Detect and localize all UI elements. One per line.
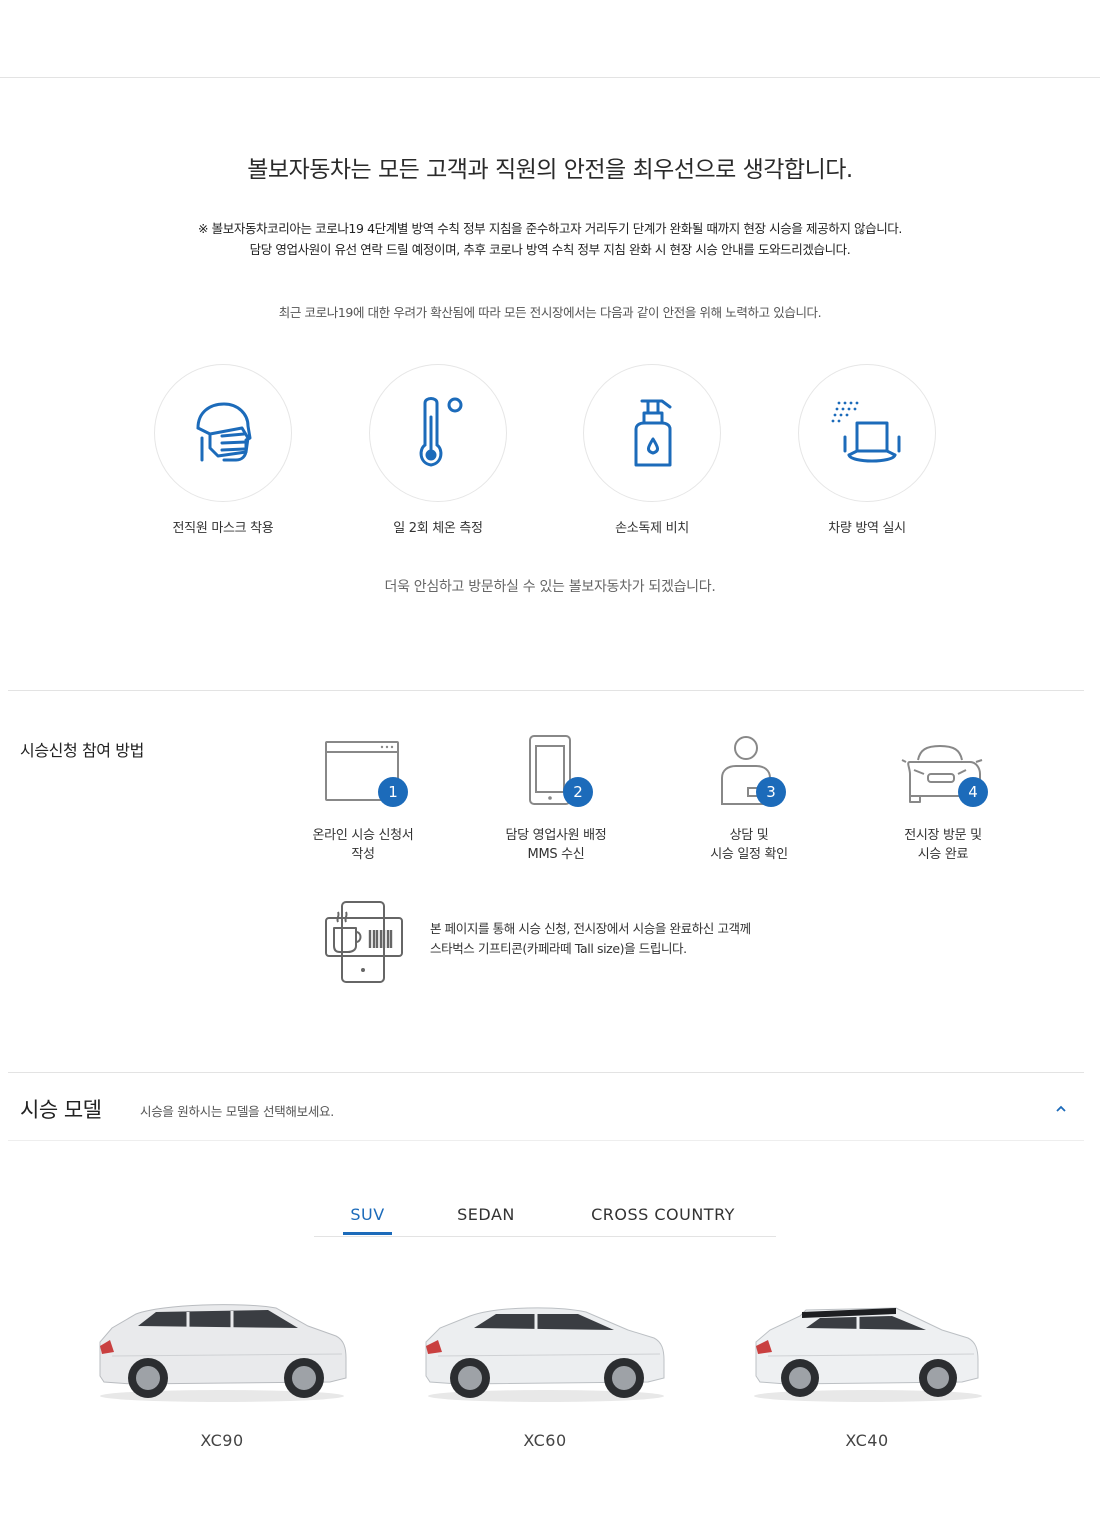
browser-window-icon bbox=[320, 736, 420, 816]
measure-label-disinfection: 차량 방역 실시 bbox=[828, 521, 906, 536]
step-label-2: 담당 영업사원 배정 MMS 수신 bbox=[471, 826, 641, 864]
section-divider bbox=[8, 690, 1084, 691]
step-1-line-1: 온라인 시승 신청서 bbox=[312, 828, 414, 843]
hand-sanitizer-icon bbox=[583, 364, 721, 502]
thermometer-icon bbox=[369, 364, 507, 502]
step-4-line-2: 시승 완료 bbox=[917, 847, 969, 862]
safety-title: 볼보자동차는 모든 고객과 직원의 안전을 최우선으로 생각합니다. bbox=[247, 157, 853, 183]
safety-closing: 더욱 안심하고 방문하실 수 있는 볼보자동차가 되겠습니다. bbox=[384, 579, 716, 595]
step-3-line-2: 시승 일정 확인 bbox=[710, 847, 788, 862]
collapse-button[interactable] bbox=[1050, 1098, 1072, 1120]
notice-line-2: 담당 영업사원이 유선 연락 드릴 예정이며, 추후 코로나 방역 수칙 정부 … bbox=[249, 242, 851, 257]
step-2-line-1: 담당 영업사원 배정 bbox=[505, 828, 607, 843]
step-label-1: 온라인 시승 신청서 작성 bbox=[278, 826, 448, 864]
step-1-line-2: 작성 bbox=[351, 847, 375, 862]
step-number-4: 4 bbox=[958, 777, 988, 807]
car-image-xc60[interactable] bbox=[418, 1296, 678, 1406]
face-mask-icon bbox=[154, 364, 292, 502]
step-number-2: 2 bbox=[563, 777, 593, 807]
car-label-xc90[interactable]: XC90 bbox=[122, 1431, 322, 1450]
coffee-giftcon-icon bbox=[322, 900, 406, 984]
models-header-divider bbox=[8, 1140, 1084, 1141]
models-subtitle: 시승을 원하시는 모델을 선택해보세요. bbox=[140, 1104, 334, 1119]
gift-line-2: 스타벅스 기프티콘(카페라떼 Tall size)을 드립니다. bbox=[430, 941, 687, 956]
measure-label-temperature: 일 2회 체온 측정 bbox=[393, 521, 483, 536]
section-divider bbox=[8, 1072, 1084, 1073]
car-label-xc60[interactable]: XC60 bbox=[445, 1431, 645, 1450]
participation-title: 시승신청 참여 방법 bbox=[20, 741, 144, 760]
chevron-up-icon bbox=[1056, 1105, 1066, 1112]
car-seat-disinfection-icon bbox=[798, 364, 936, 502]
covid-notice: ※ 볼보자동차코리아는 코로나19 4단계별 방역 수칙 정부 지침을 준수하고… bbox=[0, 218, 1100, 260]
car-image-xc90[interactable] bbox=[92, 1296, 352, 1406]
step-label-3: 상담 및 시승 일정 확인 bbox=[664, 826, 834, 864]
active-tab-indicator bbox=[343, 1232, 392, 1235]
tabs-baseline bbox=[314, 1236, 776, 1237]
models-title: 시승 모델 bbox=[20, 1098, 102, 1122]
step-label-4: 전시장 방문 및 시승 완료 bbox=[858, 826, 1028, 864]
gift-text: 본 페이지를 통해 시승 신청, 전시장에서 시승을 완료하신 고객께 스타벅스… bbox=[430, 919, 850, 959]
measure-label-sanitizer: 손소독제 비치 bbox=[615, 521, 689, 536]
header-divider bbox=[0, 77, 1100, 78]
step-3-line-1: 상담 및 bbox=[729, 828, 769, 843]
car-label-xc40[interactable]: XC40 bbox=[767, 1431, 967, 1450]
step-4-line-1: 전시장 방문 및 bbox=[904, 828, 982, 843]
step-number-3: 3 bbox=[756, 777, 786, 807]
gift-line-1: 본 페이지를 통해 시승 신청, 전시장에서 시승을 완료하신 고객께 bbox=[430, 921, 751, 936]
car-front-icon bbox=[900, 740, 1000, 820]
tab-sedan[interactable]: SEDAN bbox=[446, 1205, 526, 1224]
step-2-line-2: MMS 수신 bbox=[527, 847, 585, 862]
car-image-xc40[interactable] bbox=[746, 1296, 1006, 1406]
tab-suv[interactable]: SUV bbox=[343, 1205, 392, 1224]
step-number-1: 1 bbox=[378, 777, 408, 807]
notice-line-1: ※ 볼보자동차코리아는 코로나19 4단계별 방역 수칙 정부 지침을 준수하고… bbox=[198, 221, 902, 236]
measure-label-mask: 전직원 마스크 착용 bbox=[172, 521, 274, 536]
safety-intro: 최근 코로나19에 대한 우려가 확산됨에 따라 모든 전시장에서는 다음과 같… bbox=[278, 305, 822, 320]
tab-cross-country[interactable]: CROSS COUNTRY bbox=[580, 1205, 746, 1224]
